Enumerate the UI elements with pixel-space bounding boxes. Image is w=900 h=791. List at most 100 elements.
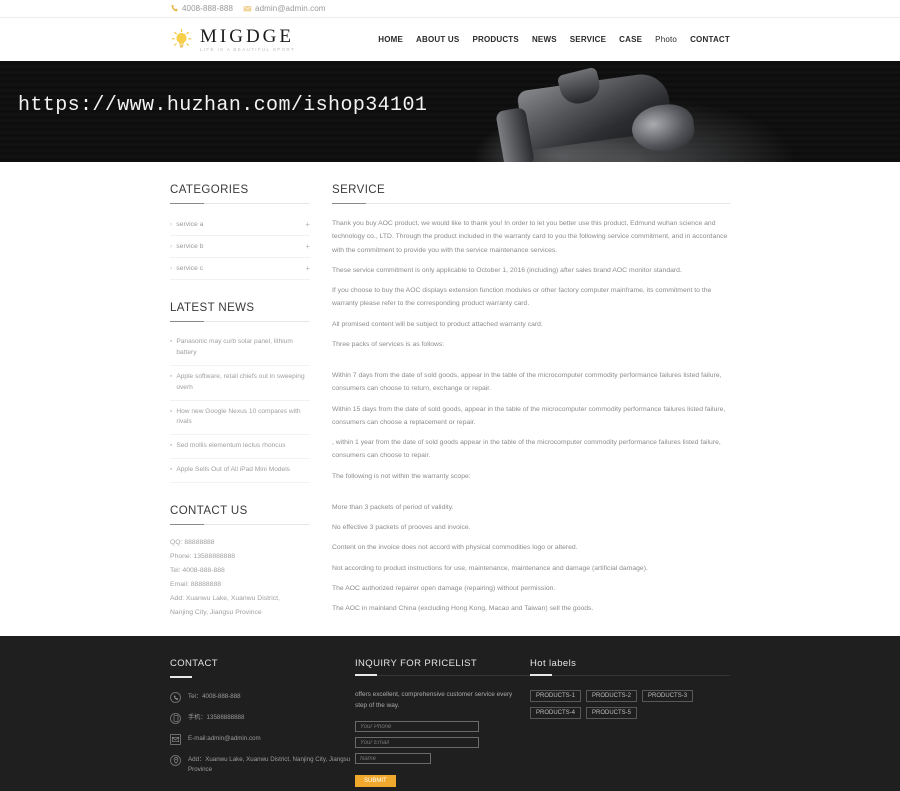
footer-contact-email-text: E-mail:admin@admin.com — [188, 735, 261, 743]
content-paragraph: No effective 3 packets of prooves and in… — [332, 524, 471, 531]
hero-banner: https://www.huzhan.com/ishop34101 — [0, 61, 900, 162]
footer-inquiry-description: offers excellent, comprehensive customer… — [355, 691, 513, 710]
chevron-right-icon: › — [170, 221, 173, 228]
page-title: SERVICE — [332, 184, 730, 204]
tag-products-4[interactable]: PRODUCTS-4 — [530, 707, 582, 720]
contact-qq: QQ: 88888888 — [170, 539, 215, 546]
topbar-email: admin@admin.com — [243, 4, 326, 13]
footer-contact-mobile-text: 手机：13588888888 — [188, 714, 245, 722]
bullet-icon: ▪ — [170, 338, 173, 345]
nav-item-about-us[interactable]: ABOUT US — [416, 35, 459, 44]
phone-icon — [170, 692, 181, 704]
nav-item-products[interactable]: PRODUCTS — [472, 35, 519, 44]
footer-contact-tel-text: Tel：4008-888-888 — [188, 693, 241, 701]
site-footer: CONTACT Tel：4008-888-888 手机：13588888888 … — [0, 636, 900, 791]
news-item-label: Apple Sells Out of All iPad Mini Models — [176, 466, 290, 474]
content-paragraph: Three packs of services is as follows: — [332, 340, 445, 348]
name-input[interactable] — [355, 753, 431, 765]
content-paragraph: Within 7 days from the date of sold good… — [332, 372, 722, 393]
footer-contact-tel: Tel：4008-888-888 — [170, 692, 355, 704]
site-header: MIGDGE LIFE IS A BEAUTIFUL SPORT HOME AB… — [0, 18, 900, 61]
mail-icon — [170, 734, 181, 746]
topbar-phone: 4008-888-888 — [170, 4, 233, 13]
footer-contact-email: E-mail:admin@admin.com — [170, 734, 355, 746]
footer-inquiry-column: INQUIRY FOR PRICELIST offers excellent, … — [355, 658, 530, 788]
content-paragraph: The following is not within the warranty… — [332, 472, 471, 480]
logo-name: MIGDGE — [200, 25, 294, 47]
mobile-icon — [170, 713, 181, 725]
site-logo[interactable]: MIGDGE LIFE IS A BEAUTIFUL SPORT — [170, 27, 295, 53]
tag-products-3[interactable]: PRODUCTS-3 — [642, 690, 694, 703]
footer-title-rule — [530, 674, 730, 677]
contact-tel: Tel: 4008-888-888 — [170, 566, 225, 574]
main-region: CATEGORIES › service a + › service b + ›… — [0, 162, 900, 623]
nav-item-contact[interactable]: CONTACT — [690, 35, 730, 44]
news-item-label: How new Google Nexus 10 compares with ri… — [176, 407, 301, 426]
latest-news-title: LATEST NEWS — [170, 302, 310, 322]
mail-icon — [243, 4, 252, 13]
phone-input[interactable] — [355, 721, 479, 733]
content-paragraph: The AOC authorized repairer open damage … — [332, 584, 556, 592]
nav-item-case[interactable]: CASE — [619, 35, 642, 44]
topbar-email-text: admin@admin.com — [255, 4, 326, 13]
category-label: service b — [176, 243, 204, 250]
category-label: service a — [176, 221, 204, 228]
news-item[interactable]: ▪ Apple software, retail chiefs out in s… — [170, 366, 310, 401]
footer-contact-address: Add：Xuanwu Lake, Xuanwu District, Nanjin… — [170, 755, 355, 775]
news-item[interactable]: ▪ Apple Sells Out of All iPad Mini Model… — [170, 459, 310, 483]
hot-labels-tag-list: PRODUCTS-1 PRODUCTS-2 PRODUCTS-3 PRODUCT… — [530, 690, 710, 720]
tag-products-1[interactable]: PRODUCTS-1 — [530, 690, 582, 703]
submit-button[interactable]: SUBMIT — [355, 775, 396, 788]
nav-item-photo[interactable]: Photo — [655, 35, 677, 44]
content-paragraph: Within 15 days from the date of sold goo… — [332, 405, 726, 426]
nav-item-news[interactable]: NEWS — [532, 35, 557, 44]
chevron-right-icon: › — [170, 243, 173, 250]
category-label: service c — [176, 265, 204, 272]
tag-products-5[interactable]: PRODUCTS-5 — [586, 707, 638, 720]
content-paragraph: These service commitment is only applica… — [332, 266, 682, 274]
news-item-label: Panasonic may curb solar panel, lithium … — [176, 338, 293, 356]
nav-item-home[interactable]: HOME — [378, 35, 403, 44]
nav-item-service[interactable]: SERVICE — [570, 35, 606, 44]
bullet-icon: ▪ — [170, 466, 173, 474]
news-item-label: Apple software, retail chiefs out in swe… — [176, 372, 305, 391]
top-contact-bar: 4008-888-888 admin@admin.com — [0, 0, 900, 18]
email-input[interactable] — [355, 737, 479, 749]
chevron-right-icon: › — [170, 265, 173, 272]
news-item[interactable]: ▪ Sed mollis elementum lectus rhoncus — [170, 435, 310, 460]
phone-icon — [170, 4, 179, 13]
footer-contact-title: CONTACT — [170, 658, 219, 670]
news-item[interactable]: ▪ Panasonic may curb solar panel, lithiu… — [170, 331, 310, 366]
contact-phone: Phone: 13588888888 — [170, 552, 236, 560]
contact-us-title: CONTACT US — [170, 505, 310, 525]
footer-title-rule — [170, 676, 192, 679]
category-item-service-b[interactable]: › service b + — [170, 236, 310, 258]
contact-address: Add: Xuanwu Lake, Xuanwu District, Nanji… — [170, 594, 280, 616]
footer-hot-labels-title: Hot labels — [530, 658, 577, 670]
footer-inquiry-title: INQUIRY FOR PRICELIST — [355, 658, 478, 670]
footer-contact-column: CONTACT Tel：4008-888-888 手机：13588888888 … — [170, 658, 355, 787]
category-item-service-a[interactable]: › service a + — [170, 214, 310, 236]
content-paragraph: Not according to product instructions fo… — [332, 564, 648, 572]
category-item-service-c[interactable]: › service c + — [170, 258, 310, 280]
footer-hot-labels-column: Hot labels PRODUCTS-1 PRODUCTS-2 PRODUCT… — [530, 658, 730, 787]
banner-watermark-url: https://www.huzhan.com/ishop34101 — [18, 94, 428, 117]
categories-list: › service a + › service b + › service c … — [170, 214, 310, 280]
contact-email: Email: 88888888 — [170, 580, 222, 588]
lightbulb-icon — [170, 28, 193, 51]
logo-tagline: LIFE IS A BEAUTIFUL SPORT — [200, 46, 296, 52]
content-paragraph: All promised content will be subject to … — [332, 320, 543, 328]
sidebar-contact-list: QQ: 88888888 Phone: 13588888888 Tel: 400… — [170, 536, 310, 620]
bullet-icon: ▪ — [170, 372, 173, 380]
content-panel: SERVICE Thank you buy AOC product, we wo… — [310, 184, 730, 622]
content-paragraph: Thank you buy AOC product, we would like… — [332, 220, 728, 254]
footer-title-rule — [355, 674, 530, 677]
footer-contact-address-text: Add：Xuanwu Lake, Xuanwu District, Nanjin… — [188, 756, 351, 774]
content-paragraph: More than 3 packets of period of validit… — [332, 503, 454, 511]
news-item[interactable]: ▪ How new Google Nexus 10 compares with … — [170, 401, 310, 436]
tag-products-2[interactable]: PRODUCTS-2 — [586, 690, 638, 703]
content-paragraph: Content on the invoice does not accord w… — [332, 544, 578, 552]
bullet-icon: ▪ — [170, 442, 173, 450]
footer-contact-mobile: 手机：13588888888 — [170, 713, 355, 725]
topbar-phone-text: 4008-888-888 — [182, 4, 234, 13]
